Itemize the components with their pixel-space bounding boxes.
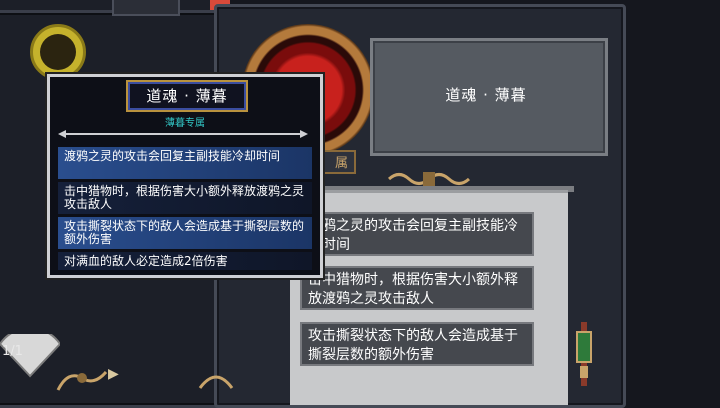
effect-item-3: 攻击撕裂状态下的敌人会造成基于撕裂层数的额外伤害 xyxy=(300,322,534,366)
top-tab[interactable] xyxy=(112,0,180,16)
bottom-ornament-right-icon xyxy=(198,375,234,389)
tooltip-row-3: 攻击撕裂状态下的敌人会造成基于撕裂层数的额外伤害 xyxy=(58,217,312,249)
header-title: 道魂 · 薄暮 xyxy=(445,86,527,104)
effect-item-1: 渡鸦之灵的攻击会回复主副技能冷却时间 xyxy=(300,212,534,256)
fan-count: 1/1 xyxy=(2,344,23,359)
divider-icon xyxy=(58,130,308,138)
effect-item-2: 击中猎物时，根据伤害大小额外释放渡鸦之灵攻击敌人 xyxy=(300,266,534,310)
tooltip-row-1: 渡鸦之灵的攻击会回复主副技能冷却时间 xyxy=(58,147,312,179)
bottom-ornament-icon xyxy=(56,370,108,391)
tooltip-row-4: 对满血的敌人必定造成2倍伤害 xyxy=(58,252,312,270)
tooltip-title: 道魂 · 薄暮 xyxy=(128,82,246,110)
emblem-portrait xyxy=(40,34,76,70)
next-arrow-icon[interactable]: ▶ xyxy=(108,366,119,382)
tooltip-subtitle: 薄暮专属 xyxy=(165,118,205,129)
scroll-handle-icon[interactable] xyxy=(574,322,594,386)
tooltip-row-2: 击中猎物时，根据伤害大小额外释放渡鸦之灵攻击敌人 xyxy=(58,182,312,214)
